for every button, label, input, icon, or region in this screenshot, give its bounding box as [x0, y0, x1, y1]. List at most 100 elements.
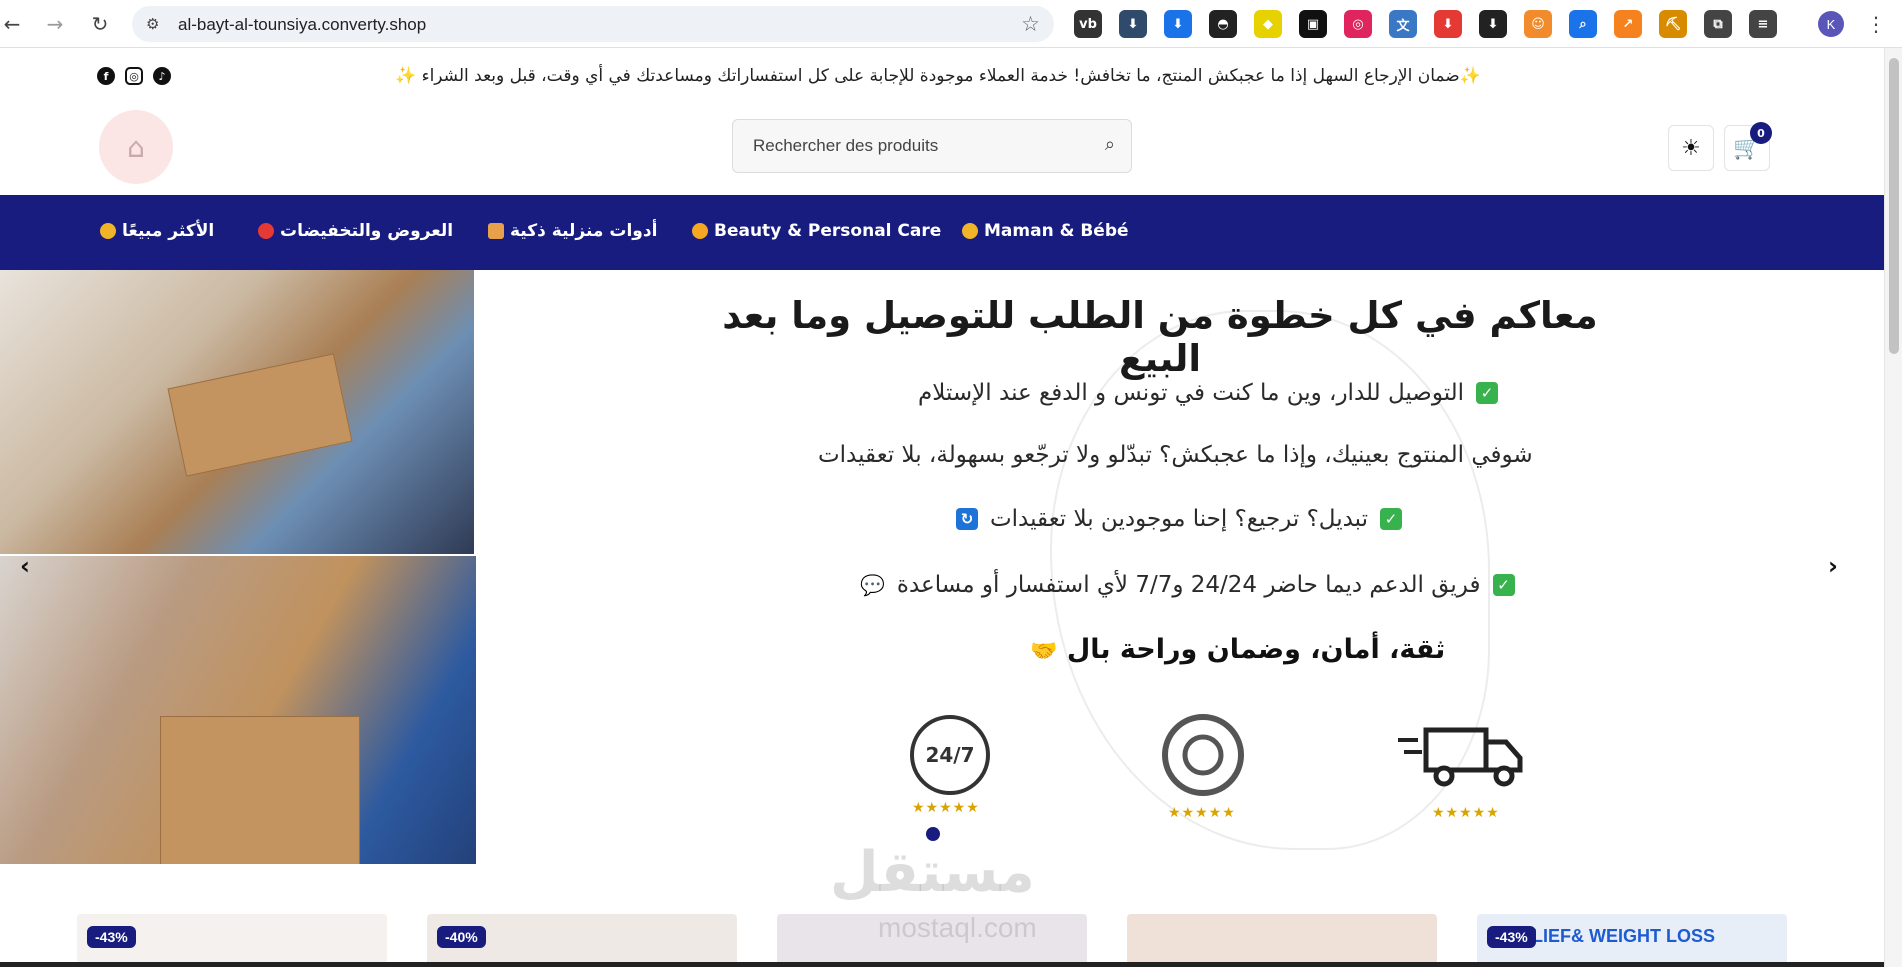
nav-item-maman-bebe[interactable]: Maman & Bébé: [962, 221, 1129, 241]
nav-item-label: أدوات منزلية ذكية: [510, 221, 658, 241]
orange-extension-icon[interactable]: ↗: [1614, 10, 1642, 38]
nav-item-label: Beauty & Personal Care: [714, 221, 942, 241]
nav-item-label: الأكثر مبيعًا: [122, 221, 215, 241]
watermark-arabic: مستقل: [830, 840, 1035, 905]
easy-return-badge-icon: [1158, 710, 1248, 800]
nav-item-best-sellers[interactable]: الأكثر مبيعًا: [100, 221, 214, 241]
rating-stars: ★★★★★: [1432, 805, 1500, 821]
site-info-icon[interactable]: ⚙: [146, 15, 164, 33]
category-nav: Maman & Bébé Beauty & Personal Care أدوا…: [0, 195, 1884, 270]
product-card[interactable]: -40%: [427, 914, 737, 967]
theme-toggle-button[interactable]: ☀: [1668, 125, 1714, 171]
category-dot-icon: [962, 223, 978, 239]
announcement-text: ✨ضمان الإرجاع السهل إذا ما عجبكش المنتج،…: [395, 66, 1481, 86]
store-logo[interactable]: ⌂: [99, 110, 173, 184]
hero-line-text: شوفي المنتوج بعينيك، وإذا ما عجبكش؟ تبدّ…: [818, 442, 1533, 468]
hero-line-support: ✓ فريق الدعم ديما حاضر 24/24 و7/7 لأي اس…: [860, 572, 1515, 598]
browser-toolbar: ← → ↻ ⚙ al-bayt-al-tounsiya.converty.sho…: [0, 0, 1902, 48]
house-icon: [488, 223, 504, 239]
idm-extension-icon[interactable]: ⬇: [1164, 10, 1192, 38]
pickaxe-extension-icon[interactable]: ⛏: [1659, 10, 1687, 38]
product-card[interactable]: [1127, 914, 1437, 967]
facebook-icon[interactable]: f: [97, 67, 115, 85]
rating-stars: ★★★★★: [912, 800, 980, 816]
more-menu-icon[interactable]: ⋮: [1866, 12, 1886, 36]
speech-bubble-icon: 💬: [860, 573, 885, 597]
hero-line-delivery: ✓ التوصيل للدار، وين ما كنت في تونس و ال…: [918, 380, 1499, 406]
site-header: ⌂ Rechercher des produits ⌕ ☀ 🛒 0: [0, 108, 1884, 195]
handshake-icon: 🤝: [1030, 639, 1058, 664]
puzzle-extension-icon[interactable]: ⧉: [1704, 10, 1732, 38]
refresh-icon: ↻: [956, 508, 978, 530]
back-icon[interactable]: ←: [0, 12, 24, 36]
discount-badge: -40%: [437, 926, 486, 948]
search-placeholder: Rechercher des produits: [753, 136, 939, 155]
instagram-icon[interactable]: ◎: [125, 67, 143, 85]
discount-badge: -43%: [87, 926, 136, 948]
tagline-text: ثقة، أمان، وضمان وراحة بال: [1066, 634, 1446, 665]
target-extension-icon[interactable]: ◎: [1344, 10, 1372, 38]
nav-item-smart-home[interactable]: أدوات منزلية ذكية: [488, 221, 657, 241]
profile-avatar[interactable]: K: [1818, 11, 1844, 37]
address-bar[interactable]: ⚙ al-bayt-al-tounsiya.converty.shop ☆: [132, 6, 1054, 42]
svg-text:24/7: 24/7: [925, 743, 974, 767]
extensions-bar: vb ⬇ ⬇ ◓ ◆ ▣ ◎ 文 ⬇ ⬇ ☺ ⌕ ↗ ⛏ ⧉ ≡: [1074, 10, 1777, 38]
category-dot-icon: [692, 223, 708, 239]
delivery-truck-icon: [1396, 710, 1526, 800]
translate-extension-icon[interactable]: 文: [1389, 10, 1417, 38]
nav-item-beauty[interactable]: Beauty & Personal Care: [692, 221, 941, 241]
product-image-text: RELIEF& WEIGHT LOSS: [1507, 926, 1716, 946]
scrollbar-thumb[interactable]: [1889, 58, 1899, 354]
download-extension-icon[interactable]: ⬇: [1119, 10, 1147, 38]
glasses-extension-icon[interactable]: ◓: [1209, 10, 1237, 38]
rating-stars: ★★★★★: [1168, 805, 1236, 821]
page-scrollbar[interactable]: [1884, 48, 1902, 967]
check-icon: ✓: [1380, 508, 1403, 530]
watermark-latin: mostaql.com: [878, 912, 1037, 943]
category-dot-icon: [258, 223, 274, 239]
delivery-photo-bottom: [0, 556, 476, 864]
face-extension-icon[interactable]: ☺: [1524, 10, 1552, 38]
hero-line-text: تبديل؟ ترجيع؟ إحنا موجودين بلا تعقيدات: [990, 506, 1369, 532]
hero-title: معاكم في كل خطوة من الطلب للتوصيل وما بع…: [722, 294, 1598, 380]
qr-extension-icon[interactable]: ▣: [1299, 10, 1327, 38]
announcement-bar: f ◎ ♪ ✨ضمان الإرجاع السهل إذا ما عجبكش ا…: [0, 48, 1884, 108]
slider-pagination-dot[interactable]: [926, 827, 940, 841]
slider-next-button[interactable]: ›: [1828, 552, 1838, 580]
cart-count-badge: 0: [1750, 122, 1772, 144]
social-links: f ◎ ♪: [97, 67, 171, 85]
hero-line-exchange: ✓ تبديل؟ ترجيع؟ إحنا موجودين بلا تعقيدات…: [956, 506, 1403, 532]
nav-item-label: Maman & Bébé: [984, 221, 1129, 241]
search-input[interactable]: Rechercher des produits ⌕: [732, 119, 1132, 173]
search-extension-icon[interactable]: ⌕: [1569, 10, 1597, 38]
search-icon[interactable]: ⌕: [1105, 134, 1115, 155]
url-text[interactable]: al-bayt-al-tounsiya.converty.shop: [178, 15, 426, 35]
nav-item-offers[interactable]: العروض والتخفيضات: [258, 221, 453, 241]
delivery-photo-top: [0, 270, 474, 554]
slider-prev-button[interactable]: ‹: [20, 552, 30, 580]
bookmark-star-icon[interactable]: ☆: [1021, 12, 1040, 36]
package-box: [167, 353, 353, 477]
red-download-extension-icon[interactable]: ⬇: [1434, 10, 1462, 38]
support-badge-icon: 24/7: [905, 710, 995, 800]
window-bottom-edge: [0, 962, 1884, 967]
check-icon: ✓: [1476, 382, 1499, 404]
hero-slider: معاكم في كل خطوة من الطلب للتوصيل وما بع…: [0, 270, 1884, 864]
diamond-extension-icon[interactable]: ◆: [1254, 10, 1282, 38]
arrow-down-extension-icon[interactable]: ⬇: [1479, 10, 1507, 38]
sun-icon: ☀: [1681, 135, 1701, 161]
nav-item-label: العروض والتخفيضات: [280, 221, 454, 241]
package-box: [160, 716, 360, 864]
hero-line-text: التوصيل للدار، وين ما كنت في تونس و الدف…: [918, 380, 1465, 406]
product-card[interactable]: -43%: [77, 914, 387, 967]
tiktok-icon[interactable]: ♪: [153, 67, 171, 85]
category-dot-icon: [100, 223, 116, 239]
media-extension-icon[interactable]: ≡: [1749, 10, 1777, 38]
hero-line-inspect: شوفي المنتوج بعينيك، وإذا ما عجبكش؟ تبدّ…: [818, 442, 1533, 468]
hero-tagline: ثقة، أمان، وضمان وراحة بال 🤝: [1030, 634, 1445, 665]
forward-icon[interactable]: →: [43, 12, 67, 36]
vb-extension-icon[interactable]: vb: [1074, 10, 1102, 38]
reload-icon[interactable]: ↻: [88, 12, 112, 36]
product-card[interactable]: RELIEF& WEIGHT LOSS -43%: [1477, 914, 1787, 967]
discount-badge: -43%: [1487, 926, 1536, 948]
